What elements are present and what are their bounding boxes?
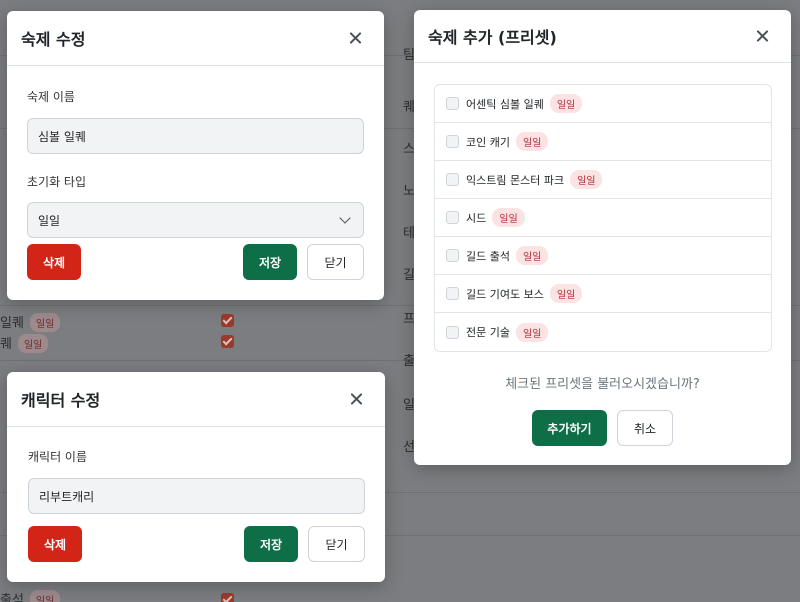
confirm-prompt: 체크된 프리셋을 불러오시겠습니까? xyxy=(505,377,700,392)
bg-badge: 일일 xyxy=(29,590,61,602)
reset-badge: 일일 xyxy=(515,132,549,151)
bg-checkbox xyxy=(221,593,234,602)
homework-name-input[interactable] xyxy=(27,118,364,154)
reset-type-value: 일일 xyxy=(38,213,61,228)
reset-badge: 일일 xyxy=(515,322,549,342)
modal-header: 숙제 추가 (프리셋) xyxy=(414,10,791,63)
preset-checkbox[interactable] xyxy=(446,173,459,186)
preset-item[interactable]: 코인 캐기 일일 xyxy=(435,123,771,161)
preset-label: 전문 기술 xyxy=(466,326,510,339)
reset-type-select[interactable]: 일일 xyxy=(27,202,364,238)
bg-checkbox xyxy=(221,335,234,348)
preset-checkbox[interactable] xyxy=(446,287,459,300)
chevron-down-icon xyxy=(339,212,351,224)
add-preset-modal: 숙제 추가 (프리셋) 어센틱 심볼 일퀘 일일 코인 캐기 일일 익스트림 몬스터… xyxy=(414,10,791,465)
cancel-button[interactable]: 취소 xyxy=(617,410,673,446)
close-icon[interactable] xyxy=(344,26,368,50)
character-name-label: 캐릭터 이름 xyxy=(28,450,88,464)
close-button[interactable]: 닫기 xyxy=(307,244,364,280)
preset-checkbox[interactable] xyxy=(446,211,459,224)
preset-list: 어센틱 심볼 일퀘 일일 코인 캐기 일일 익스트림 몬스터 파크 일일 시드 일일 길… xyxy=(434,84,772,352)
close-button[interactable]: 닫기 xyxy=(308,526,365,562)
preset-label: 길드 출석 xyxy=(466,249,510,263)
add-button[interactable]: 추가하기 xyxy=(532,410,607,446)
reset-badge: 일일 xyxy=(492,208,525,227)
bg-row-label: 출석 일일 xyxy=(0,589,61,602)
bg-badge: 일일 xyxy=(17,334,49,353)
preset-checkbox[interactable] xyxy=(446,135,459,148)
preset-label: 코인 캐기 xyxy=(466,135,510,149)
modal-title: 캐릭터 수정 xyxy=(21,391,101,410)
preset-label: 시드 xyxy=(466,211,487,225)
reset-badge: 일일 xyxy=(515,246,549,265)
close-icon[interactable] xyxy=(751,24,775,48)
bg-checkbox xyxy=(221,314,234,327)
reset-badge: 일일 xyxy=(570,170,603,189)
delete-button[interactable]: 삭제 xyxy=(27,244,81,280)
modal-title: 숙제 추가 (프리셋) xyxy=(428,28,557,47)
preset-item[interactable]: 어센틱 심볼 일퀘 일일 xyxy=(435,85,771,123)
modal-header: 숙제 수정 xyxy=(7,11,384,66)
save-button[interactable]: 저장 xyxy=(244,526,298,562)
close-icon[interactable] xyxy=(345,387,369,411)
save-button[interactable]: 저장 xyxy=(243,244,297,280)
preset-checkbox[interactable] xyxy=(446,325,459,339)
reset-type-label: 초기화 타입 xyxy=(27,175,87,189)
delete-button[interactable]: 삭제 xyxy=(28,526,82,562)
preset-item[interactable]: 전문 기술 일일 xyxy=(435,313,771,351)
bg-row-label: 퀘 일일 xyxy=(0,333,49,353)
character-name-input[interactable] xyxy=(28,478,365,514)
preset-item[interactable]: 시드 일일 xyxy=(435,199,771,237)
preset-label: 어센틱 심볼 일퀘 xyxy=(466,97,544,111)
reset-badge: 일일 xyxy=(549,284,583,303)
homework-name-label: 숙제 이름 xyxy=(27,90,75,104)
preset-label: 길드 기여도 보스 xyxy=(466,287,544,301)
preset-item[interactable]: 길드 출석 일일 xyxy=(435,237,771,275)
bg-badge: 일일 xyxy=(29,313,61,332)
modal-title: 숙제 수정 xyxy=(21,30,86,49)
reset-badge: 일일 xyxy=(549,94,583,113)
bg-row-label: 일퀘 일일 xyxy=(0,312,61,332)
preset-label: 익스트림 몬스터 파크 xyxy=(466,173,565,187)
edit-homework-modal: 숙제 수정 숙제 이름 초기화 타입 일일 삭제 저장 닫기 xyxy=(7,11,384,300)
preset-checkbox[interactable] xyxy=(446,97,459,110)
modal-header: 캐릭터 수정 xyxy=(7,372,385,427)
preset-item[interactable]: 익스트림 몬스터 파크 일일 xyxy=(435,161,771,199)
preset-checkbox[interactable] xyxy=(446,249,459,262)
edit-character-modal: 캐릭터 수정 캐릭터 이름 삭제 저장 닫기 xyxy=(7,372,385,582)
preset-item[interactable]: 길드 기여도 보스 일일 xyxy=(435,275,771,313)
